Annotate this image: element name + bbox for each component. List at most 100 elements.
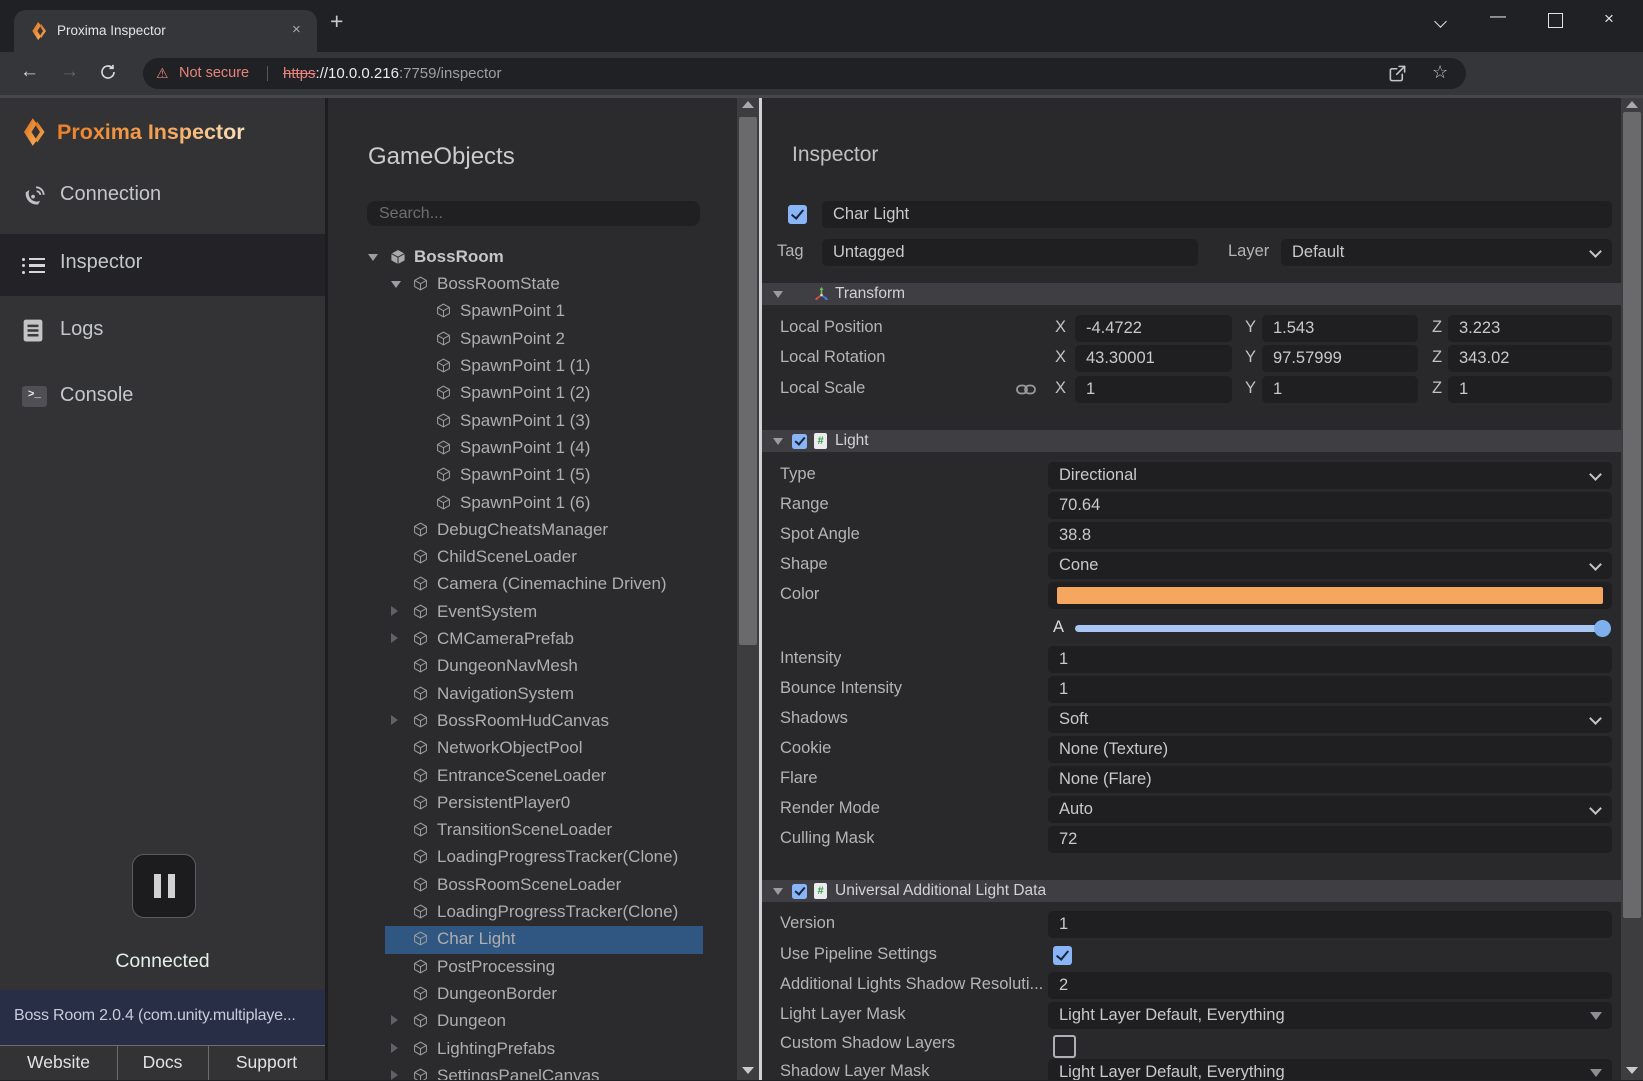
sidebar-item-console[interactable]: >_ Console <box>0 367 325 429</box>
tree-item[interactable]: SpawnPoint 1 (5) <box>328 462 737 489</box>
tab-close-icon[interactable]: × <box>292 21 301 38</box>
value-field[interactable]: 2 <box>1048 972 1612 999</box>
tree-item[interactable]: SpawnPoint 1 <box>328 298 737 325</box>
scrollbar-thumb[interactable] <box>739 117 757 645</box>
chevron-collapsed-icon[interactable] <box>391 1070 398 1080</box>
browser-tab[interactable]: Proxima Inspector × <box>14 10 317 52</box>
chevron-expanded-icon[interactable] <box>368 254 378 261</box>
collapse-arrow-icon[interactable] <box>773 888 783 895</box>
y-value-field[interactable]: 97.57999 <box>1262 345 1418 372</box>
tree-item[interactable]: EventSystem <box>328 599 737 626</box>
tree-item[interactable]: Char Light <box>328 926 737 953</box>
tree-item[interactable]: DebugCheatsManager <box>328 517 737 544</box>
gameobject-enabled-checkbox[interactable] <box>788 205 807 224</box>
tree-item[interactable]: DungeonBorder <box>328 981 737 1008</box>
search-input[interactable] <box>367 201 700 226</box>
use-pipeline-settings-checkbox[interactable] <box>1053 946 1072 965</box>
chevron-collapsed-icon[interactable] <box>391 606 398 616</box>
alpha-slider-track[interactable] <box>1075 625 1603 632</box>
tree-item[interactable]: LoadingProgressTracker(Clone) <box>328 899 737 926</box>
component-header-universal-additional-light-data[interactable]: # Universal Additional Light Data <box>762 880 1621 902</box>
chevron-collapsed-icon[interactable] <box>391 633 398 643</box>
forward-button[interactable]: → <box>60 61 79 83</box>
window-minimize-button[interactable]: — <box>1490 8 1506 26</box>
value-field[interactable]: None (Texture) <box>1048 736 1612 763</box>
value-field[interactable]: 1 <box>1048 676 1612 703</box>
address-bar[interactable]: ⚠ Not secure https://10.0.0.216:7759/ins… <box>143 58 1466 89</box>
gameobject-name-field[interactable]: Char Light <box>822 201 1612 228</box>
tree-item[interactable]: SpawnPoint 1 (2) <box>328 380 737 407</box>
inspector-scrollbar[interactable] <box>1621 95 1643 1080</box>
x-value-field[interactable]: 43.30001 <box>1075 345 1232 372</box>
window-close-button[interactable]: × <box>1604 9 1614 29</box>
scrollbar-thumb[interactable] <box>1623 112 1641 918</box>
tree-item[interactable]: Dungeon <box>328 1008 737 1035</box>
tree-item[interactable]: SpawnPoint 1 (3) <box>328 408 737 435</box>
dropdown-field[interactable]: Directional <box>1048 462 1612 489</box>
not-secure-label[interactable]: Not secure <box>179 65 249 81</box>
mask-dropdown-field[interactable]: Light Layer Default, Everything <box>1048 1002 1612 1029</box>
tree-item[interactable]: DungeonNavMesh <box>328 653 737 680</box>
new-tab-button[interactable]: + <box>330 8 343 35</box>
tag-field[interactable]: Untagged <box>822 239 1198 266</box>
collapse-arrow-icon[interactable] <box>773 438 783 445</box>
scroll-down-icon[interactable] <box>742 1067 754 1074</box>
y-value-field[interactable]: 1 <box>1262 376 1418 403</box>
share-icon[interactable] <box>1388 64 1407 88</box>
sidebar-item-connection[interactable]: Connection <box>0 166 325 228</box>
reload-button[interactable] <box>99 63 117 86</box>
link-icon[interactable] <box>1016 383 1036 401</box>
z-value-field[interactable]: 343.02 <box>1448 345 1612 372</box>
tree-item[interactable]: LightingPrefabs <box>328 1036 737 1063</box>
tree-item[interactable]: TransitionSceneLoader <box>328 817 737 844</box>
z-value-field[interactable]: 1 <box>1448 376 1612 403</box>
tree-item[interactable]: NavigationSystem <box>328 681 737 708</box>
color-swatch[interactable] <box>1057 587 1603 604</box>
value-field[interactable]: 70.64 <box>1048 492 1612 519</box>
component-enabled-checkbox[interactable] <box>792 434 807 449</box>
tree-item[interactable]: BossRoomSceneLoader <box>328 872 737 899</box>
scroll-up-icon[interactable] <box>1626 101 1638 108</box>
component-header-transform[interactable]: Transform <box>762 283 1621 305</box>
custom-shadow-layers-checkbox[interactable] <box>1053 1035 1076 1058</box>
url-text[interactable]: https://10.0.0.216:7759/inspector <box>283 65 502 82</box>
mask-dropdown-field[interactable]: Light Layer Default, Everything <box>1048 1059 1612 1081</box>
component-enabled-checkbox[interactable] <box>792 884 807 899</box>
tree-item[interactable]: PersistentPlayer0 <box>328 790 737 817</box>
value-field[interactable]: 1 <box>1048 646 1612 673</box>
tree-item[interactable]: ChildSceneLoader <box>328 544 737 571</box>
chevron-collapsed-icon[interactable] <box>391 715 398 725</box>
component-header-light[interactable]: # Light <box>762 430 1621 452</box>
layer-dropdown[interactable]: Default <box>1281 239 1612 266</box>
z-value-field[interactable]: 3.223 <box>1448 315 1612 342</box>
chevron-expanded-icon[interactable] <box>391 281 401 288</box>
footer-link-website[interactable]: Website <box>0 1046 118 1080</box>
value-field[interactable]: 72 <box>1048 826 1612 853</box>
collapse-arrow-icon[interactable] <box>773 291 783 298</box>
back-button[interactable]: ← <box>20 61 39 83</box>
dropdown-field[interactable]: Auto <box>1048 796 1612 823</box>
tree-item[interactable]: SpawnPoint 1 (6) <box>328 490 737 517</box>
window-maximize-button[interactable] <box>1548 13 1563 28</box>
tree-item[interactable]: CMCameraPrefab <box>328 626 737 653</box>
chevron-collapsed-icon[interactable] <box>391 1015 398 1025</box>
value-field[interactable]: 1 <box>1048 911 1612 938</box>
value-field[interactable]: None (Flare) <box>1048 766 1612 793</box>
tree-item[interactable]: SpawnPoint 2 <box>328 326 737 353</box>
x-value-field[interactable]: -4.4722 <box>1075 315 1232 342</box>
tree-item[interactable]: SettingsPanelCanvas <box>328 1063 737 1080</box>
tab-search-chevron-icon[interactable] <box>1435 16 1447 28</box>
footer-link-docs[interactable]: Docs <box>117 1046 209 1080</box>
pause-button[interactable] <box>132 854 196 918</box>
bookmark-star-icon[interactable]: ☆ <box>1432 62 1448 83</box>
sidebar-item-inspector[interactable]: Inspector <box>0 234 325 296</box>
tree-item[interactable]: LoadingProgressTracker(Clone) <box>328 844 737 871</box>
tree-item[interactable]: Camera (Cinemachine Driven) <box>328 571 737 598</box>
dropdown-field[interactable]: Soft <box>1048 706 1612 733</box>
color-field[interactable] <box>1048 582 1612 609</box>
chevron-collapsed-icon[interactable] <box>391 1043 398 1053</box>
footer-link-support[interactable]: Support <box>208 1046 325 1080</box>
alpha-slider-thumb[interactable] <box>1594 620 1611 637</box>
scroll-up-icon[interactable] <box>742 101 754 108</box>
tree-item[interactable]: NetworkObjectPool <box>328 735 737 762</box>
